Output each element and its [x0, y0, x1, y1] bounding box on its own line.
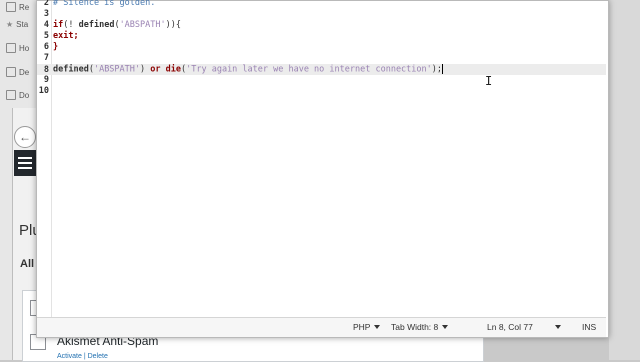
line-text: # Silence is golden. [53, 0, 156, 8]
text-cursor [442, 64, 444, 74]
code-line[interactable]: 6} [37, 42, 606, 53]
line-number: 3 [43, 9, 49, 19]
mouse-ibeam-icon: I [485, 74, 493, 88]
language-label: PHP [353, 322, 371, 332]
tab-width-label: Tab Width: 8 [391, 322, 439, 332]
right-backdrop [609, 0, 640, 360]
line-number: 7 [43, 53, 49, 63]
code-line[interactable]: 4 if(! defined('ABSPATH')){ [37, 20, 606, 31]
chevron-down-icon [374, 325, 381, 329]
home-icon [6, 43, 16, 53]
insert-mode-label: INS [582, 322, 597, 332]
sidebar-item-label: Sta [16, 19, 29, 29]
line-number: 2 [43, 0, 49, 8]
line-number: 4 [43, 20, 49, 30]
code-area[interactable]: 2 # Silence is golden. 3 4 if(! defined('A… [37, 0, 606, 97]
cursor-position-selector[interactable]: Ln 8, Col 77 [487, 322, 561, 332]
status-bar: PHP Tab Width: 8 Ln 8, Col 77 INS [37, 317, 606, 337]
line-number: 6 [43, 42, 49, 52]
line-text: if(! defined('ABSPATH')){ [53, 20, 181, 30]
chevron-down-icon [442, 325, 449, 329]
language-selector[interactable]: PHP [353, 322, 381, 332]
code-line[interactable]: 7 [37, 53, 606, 64]
code-line[interactable]: 9 [37, 75, 606, 86]
hamburger-menu-icon[interactable] [14, 150, 36, 176]
sidebar-item-label: Re [19, 2, 30, 12]
code-line[interactable]: 5 exit; [37, 31, 606, 42]
document-icon [6, 90, 16, 100]
line-number: 9 [43, 75, 49, 85]
filter-all-link[interactable]: All [20, 258, 34, 270]
line-number: 5 [43, 31, 49, 41]
back-arrow-icon[interactable]: ← [14, 126, 36, 148]
plugin-actions[interactable]: Activate | Delete [57, 353, 108, 360]
insert-mode-indicator: INS [582, 322, 596, 332]
code-line[interactable]: 3 [37, 9, 606, 20]
code-line[interactable]: 2 # Silence is golden. [37, 0, 606, 9]
line-text: exit; [53, 31, 79, 41]
line-text: defined('ABSPATH') or die('Try again lat… [53, 64, 443, 75]
sidebar-item-label: De [19, 67, 30, 77]
line-number: 8 [43, 64, 49, 75]
desktop-icon [6, 67, 16, 77]
sidebar-item-label: Do [19, 90, 30, 100]
text-editor-window[interactable]: 2 # Silence is golden. 3 4 if(! defined('A… [36, 0, 609, 338]
line-text: } [53, 42, 59, 52]
line-number: 10 [38, 86, 49, 96]
cursor-position-label: Ln 8, Col 77 [487, 322, 533, 332]
code-line-current[interactable]: 8 defined('ABSPATH') or die('Try again la… [37, 64, 606, 75]
refresh-icon [6, 2, 16, 12]
sidebar-item-label: Ho [19, 43, 30, 53]
tab-width-selector[interactable]: Tab Width: 8 [391, 322, 449, 332]
star-icon: ★ [6, 19, 14, 29]
chevron-down-icon [554, 325, 561, 329]
code-line[interactable]: 10 [37, 86, 606, 97]
